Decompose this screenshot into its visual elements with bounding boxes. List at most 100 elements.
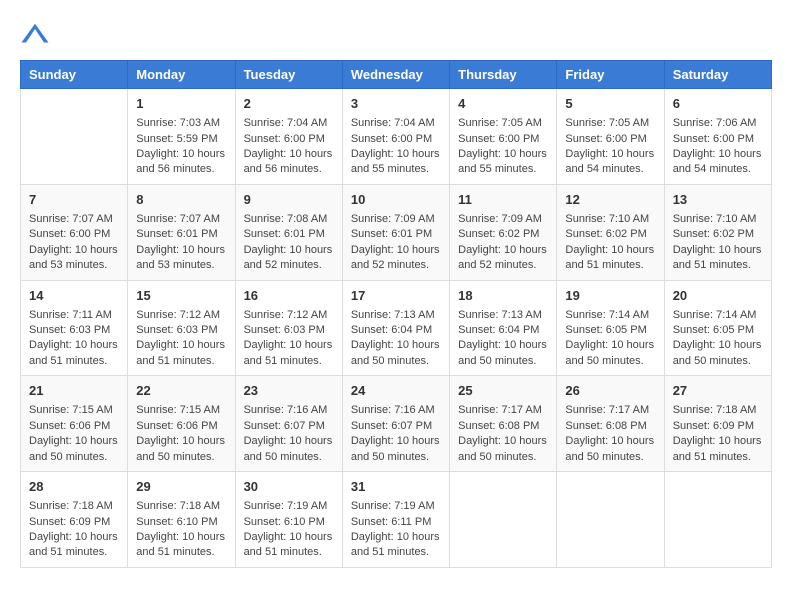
day-info: Sunrise: 7:09 AMSunset: 6:01 PMDaylight:… bbox=[351, 212, 441, 274]
day-number: 31 bbox=[351, 478, 441, 496]
day-number: 21 bbox=[29, 382, 119, 400]
day-number: 17 bbox=[351, 287, 441, 305]
page-header bbox=[20, 20, 772, 50]
logo bbox=[20, 20, 54, 50]
calendar-cell: 10 Sunrise: 7:09 AMSunset: 6:01 PMDayligh… bbox=[342, 184, 449, 280]
day-number: 2 bbox=[244, 95, 334, 113]
calendar-cell: 22 Sunrise: 7:15 AMSunset: 6:06 PMDayligh… bbox=[128, 376, 235, 472]
day-info: Sunrise: 7:17 AMSunset: 6:08 PMDaylight:… bbox=[565, 403, 655, 465]
calendar-cell: 9 Sunrise: 7:08 AMSunset: 6:01 PMDaylight… bbox=[235, 184, 342, 280]
calendar-cell: 19Sunrise: 7:14 AMSunset: 6:05 PMDayligh… bbox=[557, 280, 664, 376]
week-row-2: 14Sunrise: 7:11 AMSunset: 6:03 PMDayligh… bbox=[21, 280, 772, 376]
day-info: Sunrise: 7:07 AMSunset: 6:01 PMDaylight:… bbox=[136, 212, 226, 274]
day-number: 12 bbox=[565, 191, 655, 209]
calendar-cell bbox=[450, 472, 557, 568]
calendar-cell bbox=[557, 472, 664, 568]
day-number: 9 bbox=[244, 191, 334, 209]
day-info: Sunrise: 7:13 AMSunset: 6:04 PMDaylight:… bbox=[458, 308, 548, 370]
day-number: 4 bbox=[458, 95, 548, 113]
header-day-monday: Monday bbox=[128, 61, 235, 89]
week-row-3: 21 Sunrise: 7:15 AMSunset: 6:06 PMDayligh… bbox=[21, 376, 772, 472]
day-number: 6 bbox=[673, 95, 763, 113]
day-info: Sunrise: 7:18 AMSunset: 6:09 PMDaylight:… bbox=[673, 403, 763, 465]
day-info: Sunrise: 7:08 AMSunset: 6:01 PMDaylight:… bbox=[244, 212, 334, 274]
calendar-cell: 17 Sunrise: 7:13 AMSunset: 6:04 PMDayligh… bbox=[342, 280, 449, 376]
calendar-cell: 29 Sunrise: 7:18 AMSunset: 6:10 PMDayligh… bbox=[128, 472, 235, 568]
day-info: Sunrise: 7:06 AMSunset: 6:00 PMDaylight:… bbox=[673, 116, 763, 178]
day-info: Sunrise: 7:03 AMSunset: 5:59 PMDaylight:… bbox=[136, 116, 226, 178]
calendar-cell: 16 Sunrise: 7:12 AMSunset: 6:03 PMDayligh… bbox=[235, 280, 342, 376]
day-number: 18 bbox=[458, 287, 548, 305]
calendar-cell: 18 Sunrise: 7:13 AMSunset: 6:04 PMDayligh… bbox=[450, 280, 557, 376]
calendar-cell: 4 Sunrise: 7:05 AMSunset: 6:00 PMDaylight… bbox=[450, 89, 557, 185]
day-number: 29 bbox=[136, 478, 226, 496]
day-info: Sunrise: 7:15 AMSunset: 6:06 PMDaylight:… bbox=[29, 403, 119, 465]
day-info: Sunrise: 7:04 AMSunset: 6:00 PMDaylight:… bbox=[351, 116, 441, 178]
day-info: Sunrise: 7:13 AMSunset: 6:04 PMDaylight:… bbox=[351, 308, 441, 370]
day-number: 23 bbox=[244, 382, 334, 400]
calendar-cell: 2 Sunrise: 7:04 AMSunset: 6:00 PMDaylight… bbox=[235, 89, 342, 185]
day-number: 3 bbox=[351, 95, 441, 113]
day-info: Sunrise: 7:04 AMSunset: 6:00 PMDaylight:… bbox=[244, 116, 334, 178]
week-row-4: 28 Sunrise: 7:18 AMSunset: 6:09 PMDayligh… bbox=[21, 472, 772, 568]
calendar-cell: 11Sunrise: 7:09 AMSunset: 6:02 PMDayligh… bbox=[450, 184, 557, 280]
calendar-cell: 15Sunrise: 7:12 AMSunset: 6:03 PMDayligh… bbox=[128, 280, 235, 376]
calendar-cell: 28 Sunrise: 7:18 AMSunset: 6:09 PMDayligh… bbox=[21, 472, 128, 568]
day-info: Sunrise: 7:14 AMSunset: 6:05 PMDaylight:… bbox=[673, 308, 763, 370]
day-number: 16 bbox=[244, 287, 334, 305]
day-number: 5 bbox=[565, 95, 655, 113]
header-day-sunday: Sunday bbox=[21, 61, 128, 89]
day-number: 28 bbox=[29, 478, 119, 496]
day-info: Sunrise: 7:19 AMSunset: 6:10 PMDaylight:… bbox=[244, 499, 334, 561]
calendar-cell: 27 Sunrise: 7:18 AMSunset: 6:09 PMDayligh… bbox=[664, 376, 771, 472]
day-info: Sunrise: 7:15 AMSunset: 6:06 PMDaylight:… bbox=[136, 403, 226, 465]
day-info: Sunrise: 7:18 AMSunset: 6:10 PMDaylight:… bbox=[136, 499, 226, 561]
day-number: 1 bbox=[136, 95, 226, 113]
day-number: 11 bbox=[458, 191, 548, 209]
logo-icon bbox=[20, 20, 50, 50]
calendar-cell: 3 Sunrise: 7:04 AMSunset: 6:00 PMDaylight… bbox=[342, 89, 449, 185]
day-number: 7 bbox=[29, 191, 119, 209]
calendar-header-row: SundayMondayTuesdayWednesdayThursdayFrid… bbox=[21, 61, 772, 89]
week-row-0: 1 Sunrise: 7:03 AMSunset: 5:59 PMDaylight… bbox=[21, 89, 772, 185]
calendar-table: SundayMondayTuesdayWednesdayThursdayFrid… bbox=[20, 60, 772, 568]
day-number: 27 bbox=[673, 382, 763, 400]
calendar-cell: 1 Sunrise: 7:03 AMSunset: 5:59 PMDaylight… bbox=[128, 89, 235, 185]
calendar-cell: 12Sunrise: 7:10 AMSunset: 6:02 PMDayligh… bbox=[557, 184, 664, 280]
calendar-cell: 6 Sunrise: 7:06 AMSunset: 6:00 PMDaylight… bbox=[664, 89, 771, 185]
day-info: Sunrise: 7:16 AMSunset: 6:07 PMDaylight:… bbox=[244, 403, 334, 465]
calendar-cell: 13 Sunrise: 7:10 AMSunset: 6:02 PMDayligh… bbox=[664, 184, 771, 280]
day-number: 15 bbox=[136, 287, 226, 305]
day-info: Sunrise: 7:17 AMSunset: 6:08 PMDaylight:… bbox=[458, 403, 548, 465]
day-number: 25 bbox=[458, 382, 548, 400]
calendar-cell: 24Sunrise: 7:16 AMSunset: 6:07 PMDayligh… bbox=[342, 376, 449, 472]
day-number: 30 bbox=[244, 478, 334, 496]
week-row-1: 7 Sunrise: 7:07 AMSunset: 6:00 PMDaylight… bbox=[21, 184, 772, 280]
day-number: 10 bbox=[351, 191, 441, 209]
calendar-cell: 23 Sunrise: 7:16 AMSunset: 6:07 PMDayligh… bbox=[235, 376, 342, 472]
calendar-cell: 8Sunrise: 7:07 AMSunset: 6:01 PMDaylight… bbox=[128, 184, 235, 280]
header-day-wednesday: Wednesday bbox=[342, 61, 449, 89]
day-number: 13 bbox=[673, 191, 763, 209]
day-info: Sunrise: 7:18 AMSunset: 6:09 PMDaylight:… bbox=[29, 499, 119, 561]
calendar-cell: 14Sunrise: 7:11 AMSunset: 6:03 PMDayligh… bbox=[21, 280, 128, 376]
day-number: 22 bbox=[136, 382, 226, 400]
day-info: Sunrise: 7:14 AMSunset: 6:05 PMDaylight:… bbox=[565, 308, 655, 370]
calendar-cell: 26 Sunrise: 7:17 AMSunset: 6:08 PMDayligh… bbox=[557, 376, 664, 472]
day-info: Sunrise: 7:12 AMSunset: 6:03 PMDaylight:… bbox=[244, 308, 334, 370]
header-day-thursday: Thursday bbox=[450, 61, 557, 89]
calendar-cell: 25 Sunrise: 7:17 AMSunset: 6:08 PMDayligh… bbox=[450, 376, 557, 472]
day-info: Sunrise: 7:07 AMSunset: 6:00 PMDaylight:… bbox=[29, 212, 119, 274]
day-info: Sunrise: 7:05 AMSunset: 6:00 PMDaylight:… bbox=[458, 116, 548, 178]
calendar-cell: 31 Sunrise: 7:19 AMSunset: 6:11 PMDayligh… bbox=[342, 472, 449, 568]
header-day-friday: Friday bbox=[557, 61, 664, 89]
calendar-cell: 7 Sunrise: 7:07 AMSunset: 6:00 PMDaylight… bbox=[21, 184, 128, 280]
day-info: Sunrise: 7:19 AMSunset: 6:11 PMDaylight:… bbox=[351, 499, 441, 561]
day-number: 20 bbox=[673, 287, 763, 305]
day-info: Sunrise: 7:10 AMSunset: 6:02 PMDaylight:… bbox=[673, 212, 763, 274]
calendar-cell: 30 Sunrise: 7:19 AMSunset: 6:10 PMDayligh… bbox=[235, 472, 342, 568]
calendar-cell: 21 Sunrise: 7:15 AMSunset: 6:06 PMDayligh… bbox=[21, 376, 128, 472]
day-number: 24 bbox=[351, 382, 441, 400]
day-number: 26 bbox=[565, 382, 655, 400]
header-day-tuesday: Tuesday bbox=[235, 61, 342, 89]
